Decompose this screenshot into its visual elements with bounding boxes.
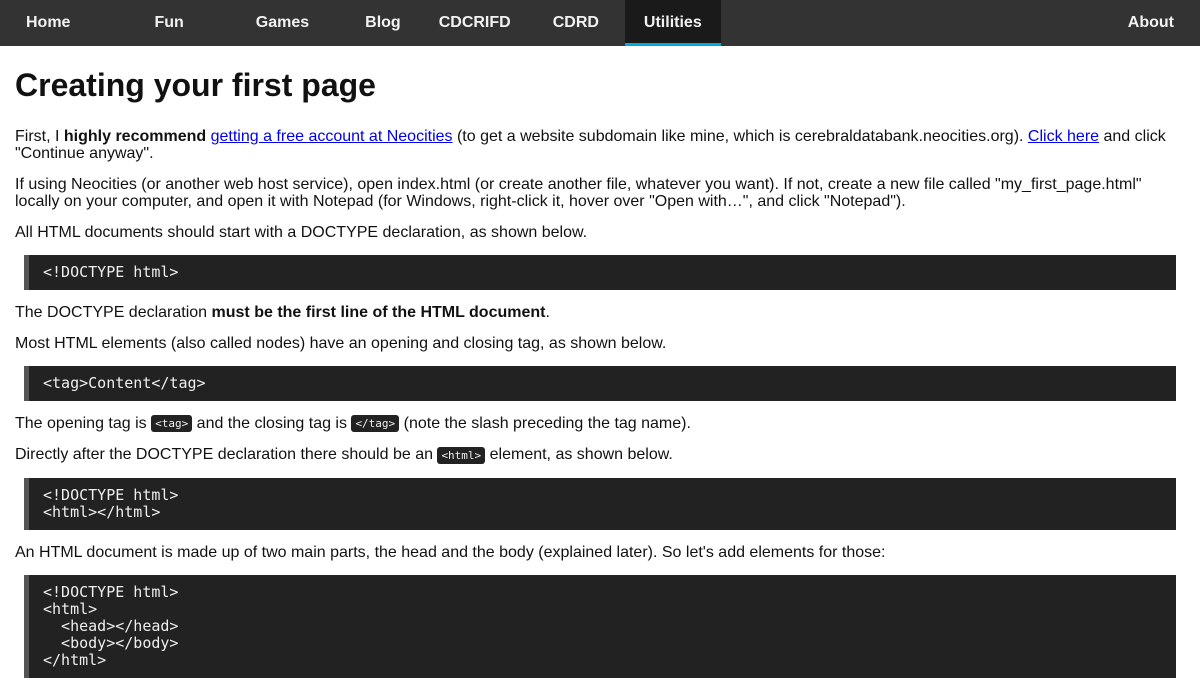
- paragraph-head-body: An HTML document is made up of two main …: [15, 543, 886, 561]
- main-content: Creating your first page First, I highly…: [0, 66, 1200, 678]
- doctype-rule-text-2: .: [545, 304, 550, 321]
- inline-code-opening-tag: <tag>: [151, 415, 193, 433]
- paragraph-intro: First, I highly recommend getting a free…: [15, 128, 1185, 162]
- tag-expl-text-3: (note the slash preceding the tag name).: [399, 415, 691, 432]
- inline-code-closing-tag: </tag>: [351, 415, 400, 433]
- doctype-rule-bold: must be the first line of the HTML docum…: [211, 304, 546, 321]
- code-block-tag: <tag>Content</tag>: [24, 366, 1176, 401]
- nav-item-blog[interactable]: Blog: [335, 0, 427, 46]
- paragraph-doctype-rule: The DOCTYPE declaration must be the firs…: [15, 304, 1185, 321]
- paragraph-tag-explanation: The opening tag is <tag> and the closing…: [15, 415, 1185, 433]
- html-elem-text-1: Directly after the DOCTYPE declaration t…: [15, 446, 438, 464]
- nav-item-utilities[interactable]: Utilities: [624, 0, 721, 46]
- code-block-head-body: <!DOCTYPE html> <html> <head></head> <bo…: [24, 574, 1176, 678]
- nav-item-home[interactable]: Home: [0, 0, 96, 46]
- paragraph-tags-intro: Most HTML elements (also called nodes) h…: [15, 335, 667, 352]
- click-here-link[interactable]: Click here: [1028, 128, 1099, 145]
- neocities-account-link[interactable]: getting a free account at Neocities: [211, 128, 453, 145]
- nav-item-games[interactable]: Games: [210, 0, 335, 46]
- top-navigation-bar: Home Fun Games Blog CDCRIFD CDRD Utiliti…: [0, 0, 1200, 46]
- nav-item-fun[interactable]: Fun: [96, 0, 209, 46]
- paragraph-doctype-intro: All HTML documents should start with a D…: [15, 224, 588, 241]
- doctype-rule-text-1: The DOCTYPE declaration: [15, 304, 212, 321]
- tag-expl-text-2: and the closing tag is: [192, 415, 352, 432]
- intro-text-3: (to get a website subdomain like mine, w…: [452, 128, 1028, 145]
- intro-bold: highly recommend: [63, 128, 207, 145]
- nav-item-about[interactable]: About: [1102, 0, 1200, 46]
- code-block-doctype: <!DOCTYPE html>: [24, 255, 1176, 290]
- code-block-html: <!DOCTYPE html> <html></html>: [24, 477, 1176, 530]
- nav-item-cdrd[interactable]: CDRD: [531, 0, 625, 46]
- nav-item-cdcrifd[interactable]: CDCRIFD: [427, 0, 531, 46]
- paragraph-setup: If using Neocities (or another web host …: [15, 176, 1142, 210]
- page-title: Creating your first page: [15, 67, 376, 103]
- intro-text-1: First, I: [15, 128, 64, 145]
- paragraph-html-element: Directly after the DOCTYPE declaration t…: [15, 446, 1185, 464]
- inline-code-html-tag: <html>: [437, 446, 486, 464]
- html-elem-text-2: element, as shown below.: [485, 446, 673, 464]
- tag-expl-text-1: The opening tag is: [15, 415, 152, 432]
